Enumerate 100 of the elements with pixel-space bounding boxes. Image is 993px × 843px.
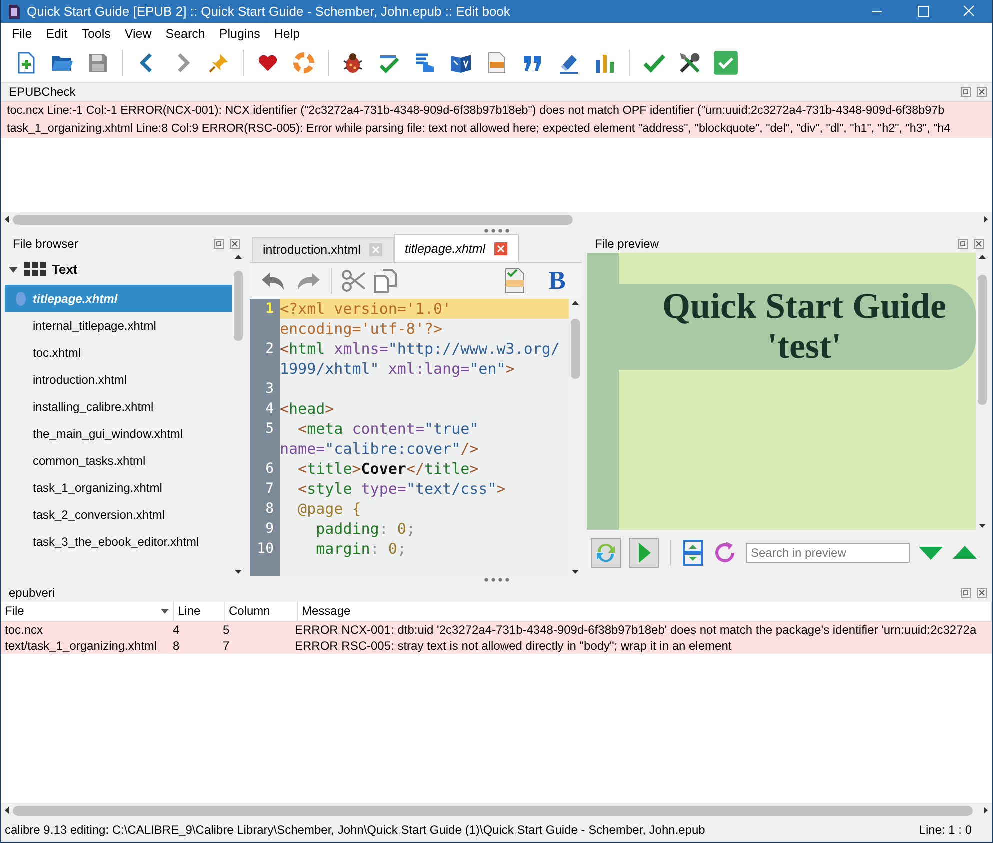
line-number: 9 — [264, 520, 275, 539]
file-item[interactable]: task_3_the_ebook_editor.xhtml — [5, 528, 232, 555]
scroll-thumb[interactable] — [13, 806, 973, 816]
file-item[interactable]: toc.xhtml — [5, 339, 232, 366]
close-icon[interactable] — [494, 242, 508, 256]
refresh-icon — [594, 541, 618, 565]
file-item[interactable]: the_main_gui_window.xhtml — [5, 420, 232, 447]
book-title: Quick Start Guide 'test' — [619, 284, 976, 370]
code-line: margin: 0; — [315, 539, 408, 559]
line-number: 8 — [264, 500, 275, 519]
scroll-right-icon[interactable] — [982, 806, 990, 815]
column-header[interactable]: File — [1, 602, 174, 621]
scroll-right-icon[interactable] — [982, 215, 990, 224]
window-title: Quick Start Guide [EPUB 2] :: Quick Start Guide - Schember, John.epub :: Edit book — [27, 4, 512, 19]
sort-arrow-icon — [161, 609, 169, 614]
refresh-button[interactable] — [591, 538, 621, 568]
scrollbar[interactable] — [1, 212, 992, 227]
table-cell-text: 4 — [172, 622, 181, 638]
html-file-icon[interactable] — [502, 268, 527, 294]
close-icon[interactable] — [977, 588, 987, 598]
code-line: encoding='utf-8'?> — [280, 319, 444, 339]
scroll-thumb[interactable] — [13, 214, 573, 224]
scroll-up-icon[interactable] — [978, 253, 987, 261]
file-item[interactable]: installing_calibre.xhtml — [5, 393, 232, 420]
close-icon[interactable] — [230, 239, 240, 249]
column-header[interactable]: Column — [225, 602, 298, 621]
panel-title: File browser — [13, 237, 80, 251]
file-item[interactable]: task_2_conversion.xhtml — [5, 501, 232, 528]
code-line: <html xmlns="http://www.w3.org/ — [280, 339, 561, 359]
code-line: name="calibre:cover"/> — [280, 439, 480, 459]
play-icon — [636, 541, 652, 565]
line-number: 1 — [264, 300, 275, 319]
expand-arrow-icon[interactable] — [9, 264, 18, 274]
float-icon[interactable] — [214, 239, 224, 249]
file-icon — [15, 290, 27, 306]
status-text: calibre 9.13 editing: C:\CALIBRE_9\Calibre Library\Schember, John\Quick Start Guide (1)\Quick Start Guide - Schember, John.epub — [5, 823, 706, 837]
scroll-thumb[interactable] — [978, 275, 987, 405]
checkbox-icon[interactable] — [711, 48, 741, 78]
column-header[interactable]: Line — [174, 602, 225, 621]
scroll-up-icon[interactable] — [234, 253, 243, 261]
table-cell-text: 5 — [222, 622, 231, 638]
scroll-left-icon[interactable] — [3, 215, 11, 224]
scissors-icon[interactable] — [341, 269, 367, 293]
search-field[interactable]: Search in preview — [746, 543, 910, 563]
bold-button[interactable]: B — [548, 266, 566, 296]
panel-title: File preview — [595, 237, 660, 251]
table-cell-text: toc.ncx — [4, 622, 44, 638]
float-icon[interactable] — [961, 588, 971, 598]
line-number: 10 — [256, 540, 275, 559]
editor-tab[interactable]: introduction.xhtml — [252, 237, 394, 262]
close-icon[interactable] — [974, 239, 984, 249]
scroll-down-icon[interactable] — [234, 568, 243, 576]
close-icon[interactable] — [977, 87, 987, 97]
code-line: <title>Cover</title> — [297, 459, 480, 479]
line-number: 7 — [264, 480, 275, 499]
scroll-thumb[interactable] — [234, 271, 243, 341]
code-line: @page { — [297, 499, 362, 519]
up-arrow-icon[interactable] — [952, 545, 978, 561]
line-number: 2 — [264, 340, 275, 359]
table-cell-text: ERROR NCX-001: dtb:uid '2c3272a4-731b-4348-909d-6f38b97b18eb' does not match the package's identifier 'urn:uuid:2c3272a — [294, 622, 978, 638]
float-icon[interactable] — [958, 239, 968, 249]
copy-icon[interactable] — [373, 268, 399, 294]
editor-tab[interactable]: titlepage.xhtml — [394, 234, 519, 262]
cursor-position: Line: 1 : 0 — [919, 823, 972, 837]
menu-item[interactable]: Help — [267, 26, 308, 40]
table-cell-text: ERROR RSC-005: stray text is not allowed directly in "body"; wrap it in an element — [294, 638, 733, 654]
down-arrow-icon[interactable] — [918, 545, 944, 561]
code-line: <style type="text/css"> — [297, 479, 507, 499]
table-cell-text: 7 — [222, 638, 231, 654]
menu-item[interactable]: File — [5, 26, 40, 40]
menu-item[interactable]: View — [118, 26, 159, 40]
line-number: 5 — [264, 420, 275, 439]
file-item[interactable]: task_1_organizing.xhtml — [5, 474, 232, 501]
code-line: <head> — [280, 399, 336, 419]
tree-folder[interactable]: Text — [52, 262, 78, 276]
scroll-down-icon[interactable] — [978, 522, 987, 530]
line-number: 4 — [264, 400, 275, 419]
float-icon[interactable] — [961, 87, 971, 97]
file-item[interactable]: titlepage.xhtml — [5, 285, 232, 312]
panel-title: EPUBCheck — [9, 85, 77, 99]
scroll-down-icon[interactable] — [571, 568, 580, 576]
file-item[interactable]: internal_titlepage.xhtml — [5, 312, 232, 339]
file-item[interactable]: introduction.xhtml — [5, 366, 232, 393]
split-page-icon[interactable] — [682, 540, 704, 566]
column-header[interactable]: Message — [298, 602, 992, 621]
table-cell-text: text/task_1_organizing.xhtml — [4, 638, 158, 654]
code-line: <meta content="true" — [297, 419, 480, 439]
scroll-thumb[interactable] — [571, 319, 580, 379]
panel-title: epubveri — [9, 586, 56, 600]
line-number: 6 — [264, 460, 275, 479]
file-item[interactable]: common_tasks.xhtml — [5, 447, 232, 474]
menu-item[interactable]: Plugins — [212, 26, 268, 40]
grid-icon — [24, 262, 46, 276]
scroll-left-icon[interactable] — [3, 806, 11, 815]
app-icon — [7, 4, 21, 20]
menu-item[interactable]: Edit — [39, 26, 75, 40]
menu-item[interactable]: Search — [158, 26, 212, 40]
code-line: padding: 0; — [315, 519, 416, 539]
menu-item[interactable]: Tools — [74, 26, 118, 40]
play-button[interactable] — [629, 538, 659, 568]
